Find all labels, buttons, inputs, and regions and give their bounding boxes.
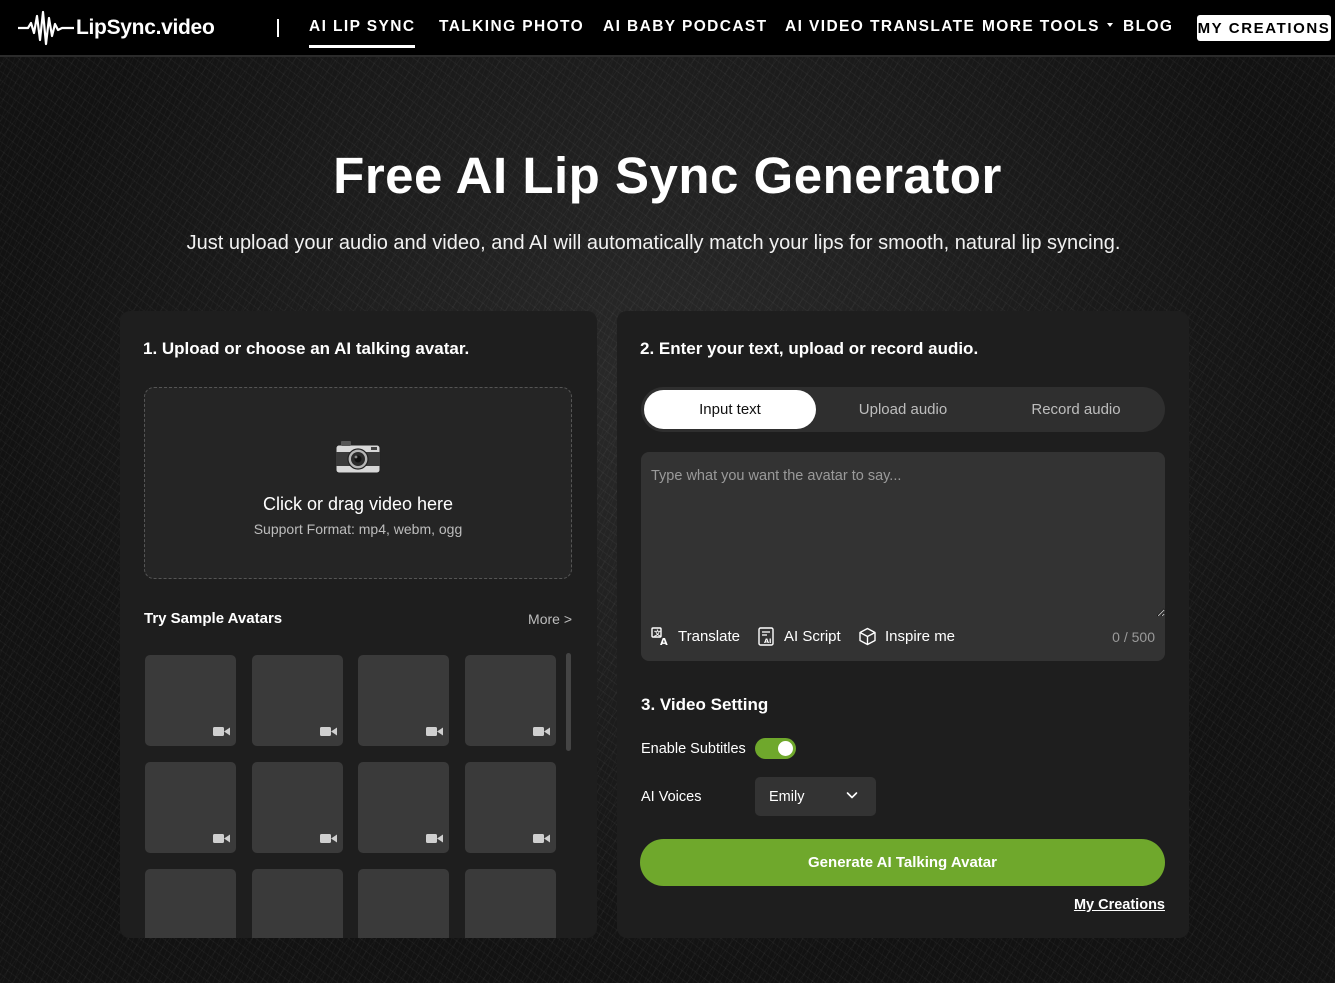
- sample-avatar-thumb[interactable]: [252, 762, 343, 853]
- video-camera-icon: [426, 834, 443, 843]
- video-camera-icon: [213, 727, 230, 736]
- waveform-icon: [18, 10, 74, 46]
- sample-avatar-thumb[interactable]: [465, 762, 556, 853]
- nav-ai-baby-podcast[interactable]: AI BABY PODCAST: [603, 18, 768, 36]
- dropzone-main-text: Click or drag video here: [262, 494, 454, 514]
- sample-avatar-thumb[interactable]: [465, 869, 556, 938]
- video-dropzone[interactable]: Click or drag video here Support Format:…: [144, 387, 572, 579]
- page-subtitle: Just upload your audio and video, and AI…: [186, 232, 1121, 254]
- nav-ai-lip-sync[interactable]: AI LIP SYNC: [309, 18, 416, 48]
- nav-more-tools[interactable]: MORE TOOLS: [982, 18, 1113, 36]
- ai-voices-label: AI Voices: [641, 789, 702, 805]
- ai-script-icon: AI: [758, 627, 774, 646]
- camera-icon: [335, 441, 381, 474]
- step2-title: 2. Enter your text, upload or record aud…: [640, 339, 979, 358]
- sample-avatar-thumb[interactable]: [465, 655, 556, 746]
- sample-avatars-more-link[interactable]: More >: [528, 611, 572, 627]
- sample-avatar-thumb[interactable]: [358, 655, 449, 746]
- nav-talking-photo[interactable]: TALKING PHOTO: [439, 18, 584, 36]
- ai-script-button[interactable]: AI AI Script: [757, 627, 841, 646]
- sample-avatar-thumb[interactable]: [145, 762, 236, 853]
- sample-avatar-thumb[interactable]: [252, 869, 343, 938]
- ai-voice-select[interactable]: Emily: [755, 777, 876, 816]
- svg-text:AI: AI: [764, 637, 771, 645]
- my-creations-button[interactable]: MY CREATIONS: [1197, 15, 1331, 41]
- character-counter: 0 / 500: [1112, 629, 1155, 645]
- translate-icon: 文 A: [651, 627, 668, 646]
- video-camera-icon: [426, 727, 443, 736]
- generate-button[interactable]: Generate AI Talking Avatar: [640, 839, 1165, 886]
- step3-title: 3. Video Setting: [641, 695, 769, 714]
- sample-avatar-thumb[interactable]: [358, 869, 449, 938]
- ai-voice-selected: Emily: [769, 788, 805, 805]
- nav-blog[interactable]: BLOG: [1123, 18, 1173, 36]
- subtitles-label: Enable Subtitles: [641, 741, 746, 757]
- avatar-card: 1. Upload or choose an AI talking avatar…: [120, 311, 597, 938]
- video-camera-icon: [213, 834, 230, 843]
- inspire-me-button[interactable]: Inspire me: [858, 627, 955, 646]
- video-camera-icon: [320, 727, 337, 736]
- sample-avatars-scrollbar[interactable]: [566, 653, 571, 751]
- sample-avatars-title: Try Sample Avatars: [144, 610, 283, 627]
- sample-avatar-thumb[interactable]: [252, 655, 343, 746]
- translate-button[interactable]: 文 A Translate: [651, 627, 740, 646]
- brand-name: LipSync.video: [76, 16, 215, 39]
- my-creations-link[interactable]: My Creations: [1074, 897, 1165, 913]
- tab-upload-audio[interactable]: Upload audio: [817, 390, 989, 429]
- sample-avatar-thumb[interactable]: [358, 762, 449, 853]
- tab-record-audio[interactable]: Record audio: [990, 390, 1162, 429]
- nav-divider: [277, 19, 279, 37]
- inspire-me-label: Inspire me: [885, 628, 956, 645]
- dropzone-format-text: Support Format: mp4, webm, ogg: [253, 521, 463, 537]
- video-camera-icon: [533, 834, 550, 843]
- text-input-box: 文 A Translate AI AI Script Inspire me 0 …: [641, 452, 1165, 661]
- sample-avatar-thumb[interactable]: [145, 655, 236, 746]
- cube-icon: [859, 627, 876, 646]
- caret-down-icon: [1106, 23, 1113, 28]
- video-camera-icon: [320, 834, 337, 843]
- subtitles-toggle[interactable]: [755, 738, 796, 759]
- nav-ai-video-translate[interactable]: AI VIDEO TRANSLATE: [785, 18, 975, 36]
- page-title: Free AI Lip Sync Generator: [333, 147, 1002, 204]
- video-camera-icon: [533, 727, 550, 736]
- ai-script-label: AI Script: [784, 628, 841, 645]
- avatar-text-input[interactable]: [641, 452, 1165, 617]
- translate-label: Translate: [678, 628, 740, 645]
- brand-logo[interactable]: LipSync.video: [18, 8, 215, 48]
- svg-text:A: A: [660, 637, 668, 646]
- audio-card: 2. Enter your text, upload or record aud…: [617, 311, 1189, 938]
- step1-title: 1. Upload or choose an AI talking avatar…: [143, 339, 470, 358]
- sample-avatar-thumb[interactable]: [145, 869, 236, 938]
- nav-more-tools-label: MORE TOOLS: [982, 18, 1100, 35]
- chevron-down-icon: [846, 792, 858, 799]
- tab-input-text[interactable]: Input text: [644, 390, 816, 429]
- audio-source-tabs: Input text Upload audio Record audio: [641, 387, 1165, 432]
- top-navbar: LipSync.video AI LIP SYNC TALKING PHOTO …: [0, 0, 1335, 57]
